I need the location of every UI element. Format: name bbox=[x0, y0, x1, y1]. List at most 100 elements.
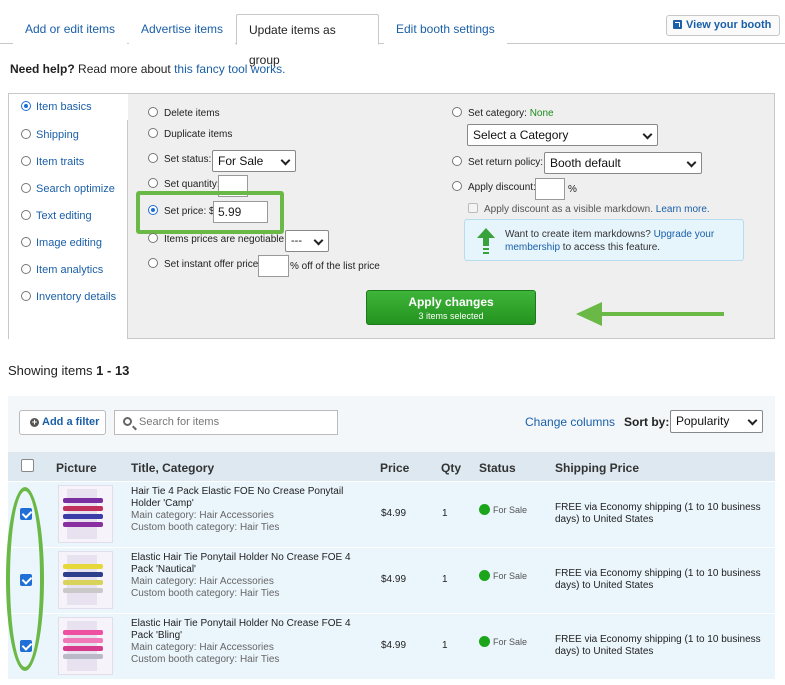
item-shipping: FREE via Economy shipping (1 to 10 busin… bbox=[555, 568, 761, 591]
help-bold: Need help? bbox=[10, 62, 75, 76]
option-duplicate-items[interactable]: Duplicate items bbox=[148, 128, 232, 142]
hair-tie-band bbox=[63, 514, 103, 519]
column-title[interactable]: Title, Category bbox=[131, 461, 214, 475]
instant-offer-suffix: % off of the list price bbox=[290, 261, 380, 272]
apply-changes-button[interactable]: Apply changes 3 items selected bbox=[366, 290, 536, 325]
radio-icon bbox=[21, 183, 31, 193]
tab-edit-booth-settings[interactable]: Edit booth settings bbox=[384, 14, 507, 44]
item-main-category: Main category: Hair Accessories bbox=[131, 510, 274, 521]
showing-count: Showing items 1 - 13 bbox=[8, 363, 129, 378]
sidebar-item-inventory-details[interactable]: Inventory details bbox=[9, 285, 128, 309]
chevron-down-icon bbox=[747, 415, 758, 426]
status-badge: For Sale bbox=[479, 570, 527, 581]
item-title[interactable]: Elastic Hair Tie Ponytail Holder No Crea… bbox=[131, 618, 356, 642]
column-picture[interactable]: Picture bbox=[56, 461, 97, 475]
option-label: Delete items bbox=[164, 108, 220, 119]
sidebar-item-image-editing[interactable]: Image editing bbox=[9, 231, 128, 255]
radio-icon bbox=[148, 153, 158, 163]
view-booth-label: View your booth bbox=[686, 19, 772, 31]
status-dot-icon bbox=[479, 504, 490, 515]
add-filter-button[interactable]: + Add a filter bbox=[19, 410, 106, 435]
radio-icon bbox=[148, 178, 158, 188]
showing-range: 1 - 13 bbox=[96, 363, 130, 378]
sidebar: Item basics Shipping Item traits Search … bbox=[9, 94, 128, 339]
table-row[interactable]: Hair Tie 4 Pack Elastic FOE No Crease Po… bbox=[8, 482, 775, 548]
table-header: Picture Title, Category Price Qty Status… bbox=[8, 452, 775, 481]
option-instant-offer[interactable]: Set instant offer price: bbox=[148, 258, 261, 272]
view-booth-button[interactable]: View your booth bbox=[666, 15, 781, 36]
option-label: Set instant offer price: bbox=[164, 259, 262, 270]
sidebar-item-text-editing[interactable]: Text editing bbox=[9, 204, 128, 228]
learn-more-link[interactable]: Learn more. bbox=[656, 204, 710, 215]
markdown-info: Want to create item markdowns? bbox=[505, 229, 651, 240]
markdown-checkbox-row[interactable]: Apply discount as a visible markdown. Le… bbox=[468, 203, 710, 217]
sidebar-item-item-traits[interactable]: Item traits bbox=[9, 150, 128, 174]
option-label: Apply discount: bbox=[468, 182, 536, 193]
sidebar-item-item-basics[interactable]: Item basics bbox=[9, 95, 128, 119]
hair-tie-band bbox=[63, 522, 103, 527]
option-negotiable[interactable]: Items prices are negotiable: bbox=[148, 233, 287, 247]
select-all-checkbox[interactable] bbox=[21, 459, 34, 472]
option-set-status[interactable]: Set status: bbox=[148, 153, 211, 167]
option-label: Duplicate items bbox=[164, 129, 233, 140]
tab-advertise-items[interactable]: Advertise items bbox=[129, 14, 236, 44]
column-price[interactable]: Price bbox=[380, 461, 409, 475]
chevron-down-icon bbox=[686, 157, 697, 168]
radio-icon bbox=[21, 101, 31, 111]
item-title-cell: Hair Tie 4 Pack Elastic FOE No Crease Po… bbox=[131, 486, 356, 534]
sort-label: Sort by: bbox=[624, 415, 670, 429]
item-thumbnail[interactable] bbox=[58, 485, 113, 543]
status-select-value: For Sale bbox=[218, 154, 264, 168]
tab-add-or-edit-items[interactable]: Add or edit items bbox=[13, 14, 128, 44]
item-thumbnail[interactable] bbox=[58, 551, 113, 609]
option-set-quantity[interactable]: Set quantity: bbox=[148, 178, 220, 192]
change-columns-link[interactable]: Change columns bbox=[525, 415, 615, 429]
table-row[interactable]: Elastic Hair Tie Ponytail Holder No Crea… bbox=[8, 548, 775, 614]
sidebar-item-search-optimize[interactable]: Search optimize bbox=[9, 177, 128, 201]
sidebar-item-label: Item traits bbox=[36, 156, 85, 168]
markdown-upgrade-info: Want to create item markdowns? Upgrade y… bbox=[464, 219, 744, 261]
category-select[interactable]: Select a Category bbox=[467, 124, 658, 146]
option-label: Set return policy: bbox=[468, 157, 544, 168]
return-policy-select[interactable]: Booth default bbox=[544, 152, 702, 174]
status-dot-icon bbox=[479, 636, 490, 647]
sidebar-item-item-analytics[interactable]: Item analytics bbox=[9, 258, 128, 282]
item-qty: 1 bbox=[442, 508, 448, 519]
option-return-policy[interactable]: Set return policy: bbox=[452, 156, 543, 170]
markdown-check-label: Apply discount as a visible markdown. bbox=[484, 204, 653, 215]
item-custom-category: Custom booth category: Hair Ties bbox=[131, 588, 280, 599]
item-thumbnail[interactable] bbox=[58, 617, 113, 675]
instant-offer-input[interactable] bbox=[258, 255, 289, 277]
option-delete-items[interactable]: Delete items bbox=[148, 107, 220, 121]
discount-input[interactable] bbox=[535, 178, 565, 200]
radio-icon bbox=[21, 237, 31, 247]
item-qty: 1 bbox=[442, 574, 448, 585]
column-qty[interactable]: Qty bbox=[441, 461, 461, 475]
sort-select[interactable]: Popularity bbox=[670, 410, 763, 433]
radio-icon bbox=[148, 107, 158, 117]
item-title-cell: Elastic Hair Tie Ponytail Holder No Crea… bbox=[131, 618, 356, 666]
tab-update-items-as-group[interactable]: Update items as group bbox=[236, 14, 379, 67]
hair-tie-band bbox=[63, 654, 103, 659]
status-select[interactable]: For Sale bbox=[212, 150, 296, 172]
table-row[interactable]: Elastic Hair Tie Ponytail Holder No Crea… bbox=[8, 614, 775, 680]
item-qty: 1 bbox=[442, 640, 448, 651]
help-link[interactable]: this fancy tool works. bbox=[174, 62, 285, 76]
apply-sub: 3 items selected bbox=[418, 311, 484, 321]
column-shipping-price[interactable]: Shipping Price bbox=[555, 461, 639, 475]
option-apply-discount[interactable]: Apply discount: bbox=[452, 181, 536, 195]
price-highlight-annotation bbox=[136, 191, 284, 234]
column-status[interactable]: Status bbox=[479, 461, 516, 475]
item-price: $4.99 bbox=[381, 508, 407, 519]
sidebar-item-shipping[interactable]: Shipping bbox=[9, 123, 128, 147]
sidebar-item-label: Item analytics bbox=[36, 264, 104, 276]
negotiable-select[interactable]: --- bbox=[285, 230, 329, 252]
sidebar-item-label: Shipping bbox=[36, 129, 79, 141]
item-title[interactable]: Elastic Hair Tie Ponytail Holder No Crea… bbox=[131, 552, 356, 576]
radio-icon bbox=[148, 258, 158, 268]
search-input[interactable]: Search for items bbox=[114, 410, 338, 435]
hair-tie-band bbox=[63, 646, 103, 651]
item-title[interactable]: Hair Tie 4 Pack Elastic FOE No Crease Po… bbox=[131, 486, 356, 510]
option-set-category[interactable]: Set category: None bbox=[452, 107, 554, 121]
sort-value: Popularity bbox=[676, 414, 730, 428]
